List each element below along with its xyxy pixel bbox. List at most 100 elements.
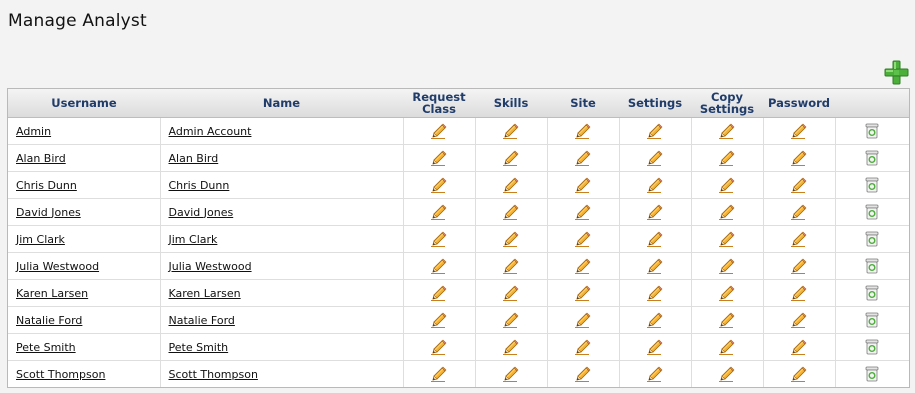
recycle-bin-icon[interactable] [865,285,879,301]
pencil-icon[interactable] [647,258,663,274]
pencil-icon[interactable] [503,258,519,274]
pencil-icon[interactable] [575,204,591,220]
name-link[interactable]: Julia Westwood [169,260,252,273]
pencil-icon[interactable] [719,123,735,139]
name-cell: Chris Dunn [160,171,404,199]
pencil-icon[interactable] [503,366,519,382]
pencil-icon[interactable] [719,285,735,301]
name-link[interactable]: Pete Smith [169,341,229,354]
column-header-copy-settings: Copy Settings [691,89,763,118]
pencil-icon[interactable] [791,339,807,355]
pencil-icon[interactable] [791,258,807,274]
name-link[interactable]: Chris Dunn [169,179,230,192]
pencil-icon[interactable] [575,123,591,139]
pencil-icon[interactable] [719,150,735,166]
pencil-icon[interactable] [575,231,591,247]
pencil-icon[interactable] [647,312,663,328]
pencil-icon[interactable] [791,285,807,301]
recycle-bin-icon[interactable] [865,312,879,328]
username-link[interactable]: Julia Westwood [16,260,99,273]
username-link[interactable]: Admin [16,125,51,138]
recycle-bin-icon[interactable] [865,204,879,220]
password-cell [763,171,836,199]
pencil-icon[interactable] [575,258,591,274]
pencil-icon[interactable] [431,366,447,382]
pencil-icon[interactable] [719,339,735,355]
site-cell [547,252,620,280]
pencil-icon[interactable] [431,204,447,220]
pencil-icon[interactable] [503,285,519,301]
pencil-icon[interactable] [647,204,663,220]
pencil-icon[interactable] [647,150,663,166]
username-link[interactable]: Chris Dunn [16,179,77,192]
pencil-icon[interactable] [503,150,519,166]
pencil-icon[interactable] [791,177,807,193]
pencil-icon[interactable] [647,177,663,193]
pencil-icon[interactable] [503,123,519,139]
pencil-icon[interactable] [647,285,663,301]
column-header-name[interactable]: Name [160,89,403,118]
pencil-icon[interactable] [503,204,519,220]
pencil-icon[interactable] [503,312,519,328]
settings-cell [619,333,692,361]
pencil-icon[interactable] [647,366,663,382]
recycle-bin-icon[interactable] [865,150,879,166]
pencil-icon[interactable] [575,177,591,193]
recycle-bin-icon[interactable] [865,258,879,274]
name-link[interactable]: Scott Thompson [169,368,258,381]
pencil-icon[interactable] [719,177,735,193]
add-analyst-button[interactable] [884,60,909,85]
column-header-username[interactable]: Username [8,89,160,118]
username-link[interactable]: Alan Bird [16,152,66,165]
pencil-icon[interactable] [431,123,447,139]
recycle-bin-icon[interactable] [865,339,879,355]
pencil-icon[interactable] [503,231,519,247]
pencil-icon[interactable] [575,366,591,382]
pencil-icon[interactable] [791,312,807,328]
pencil-icon[interactable] [503,177,519,193]
pencil-icon[interactable] [719,204,735,220]
recycle-bin-icon[interactable] [865,177,879,193]
name-link[interactable]: Karen Larsen [169,287,241,300]
site-cell [547,279,620,307]
username-link[interactable]: Natalie Ford [16,314,82,327]
recycle-bin-icon[interactable] [865,231,879,247]
pencil-icon[interactable] [575,312,591,328]
pencil-icon[interactable] [791,123,807,139]
name-link[interactable]: Natalie Ford [169,314,235,327]
pencil-icon[interactable] [431,339,447,355]
pencil-icon[interactable] [431,258,447,274]
username-link[interactable]: David Jones [16,206,81,219]
request-class-cell [403,144,476,172]
pencil-icon[interactable] [575,285,591,301]
pencil-icon[interactable] [647,123,663,139]
pencil-icon[interactable] [431,312,447,328]
name-link[interactable]: Admin Account [169,125,252,138]
name-link[interactable]: Jim Clark [169,233,218,246]
pencil-icon[interactable] [431,177,447,193]
pencil-icon[interactable] [431,285,447,301]
pencil-icon[interactable] [791,366,807,382]
pencil-icon[interactable] [791,231,807,247]
pencil-icon[interactable] [431,150,447,166]
pencil-icon[interactable] [719,231,735,247]
pencil-icon[interactable] [431,231,447,247]
pencil-icon[interactable] [719,258,735,274]
pencil-icon[interactable] [647,231,663,247]
pencil-icon[interactable] [647,339,663,355]
pencil-icon[interactable] [791,204,807,220]
pencil-icon[interactable] [575,339,591,355]
name-link[interactable]: David Jones [169,206,234,219]
username-link[interactable]: Scott Thompson [16,368,105,381]
username-link[interactable]: Jim Clark [16,233,65,246]
pencil-icon[interactable] [791,150,807,166]
pencil-icon[interactable] [719,366,735,382]
pencil-icon[interactable] [575,150,591,166]
username-link[interactable]: Pete Smith [16,341,76,354]
pencil-icon[interactable] [503,339,519,355]
pencil-icon[interactable] [719,312,735,328]
username-link[interactable]: Karen Larsen [16,287,88,300]
name-link[interactable]: Alan Bird [169,152,219,165]
recycle-bin-icon[interactable] [865,123,879,139]
recycle-bin-icon[interactable] [865,366,879,382]
